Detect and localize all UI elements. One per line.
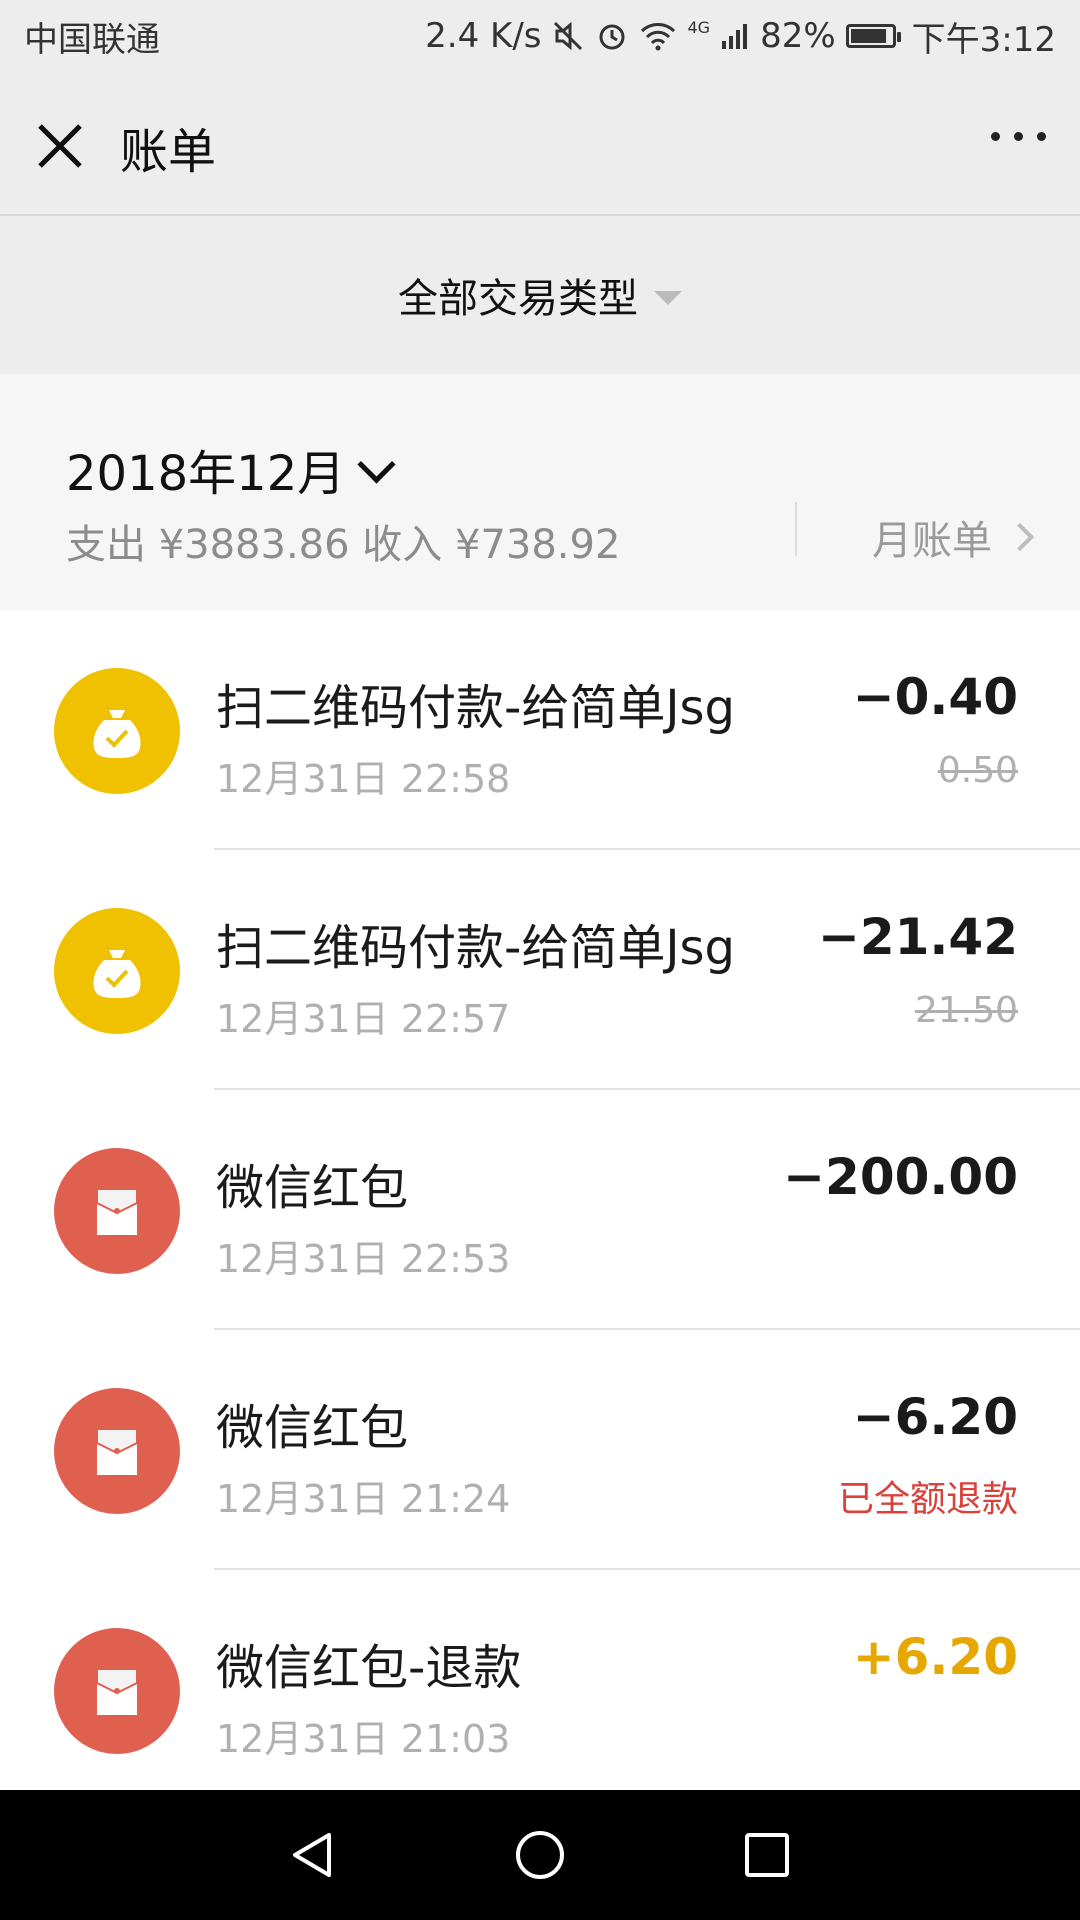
close-icon	[38, 124, 82, 168]
money-bag-icon	[54, 668, 180, 794]
transaction-amount: −21.42	[817, 908, 1018, 966]
status-indicators: 2.4 K/s 4G 82% 下午3:12	[425, 12, 1056, 61]
transaction-time: 12月31日 21:03	[216, 1717, 511, 1761]
transaction-row[interactable]: 微信红包 12月31日 22:53 −200.00	[0, 1090, 1080, 1330]
transaction-amount: −0.40	[852, 668, 1018, 726]
refund-status: 已全额退款	[837, 1479, 1018, 1520]
clock: 下午3:12	[911, 19, 1056, 60]
recents-square-icon	[744, 1833, 789, 1877]
home-circle-icon	[515, 1831, 564, 1879]
filter-dropdown[interactable]: 全部交易类型	[398, 266, 682, 324]
more-dot-icon	[1014, 132, 1023, 141]
home-button[interactable]	[510, 1825, 570, 1885]
transaction-time: 12月31日 22:57	[216, 997, 511, 1041]
back-button[interactable]	[283, 1825, 343, 1885]
original-amount: 21.50	[914, 990, 1018, 1031]
red-packet-icon	[54, 1148, 180, 1274]
money-bag-icon	[54, 908, 180, 1034]
network-type: 4G	[687, 17, 711, 37]
mute-icon	[551, 19, 585, 53]
transaction-amount: −200.00	[783, 1148, 1018, 1206]
page-title: 账单	[120, 124, 217, 180]
filter-label: 全部交易类型	[398, 276, 638, 322]
transaction-row[interactable]: 微信红包 12月31日 21:24 −6.20 已全额退款	[0, 1330, 1080, 1570]
network-speed: 2.4 K/s	[425, 16, 542, 56]
recents-button[interactable]	[737, 1825, 797, 1885]
transaction-row[interactable]: 扫二维码付款-给简单Jsg 12月31日 22:57 −21.42 21.50	[0, 850, 1080, 1090]
transaction-type-filter[interactable]: 全部交易类型	[0, 216, 1080, 374]
caret-down-icon	[654, 291, 682, 305]
transaction-time: 12月31日 22:53	[216, 1237, 511, 1281]
original-amount: 0.50	[937, 750, 1018, 791]
transaction-time: 12月31日 22:58	[216, 757, 511, 801]
signal-icon	[720, 21, 750, 51]
system-nav-bar	[0, 1790, 1080, 1920]
status-bar: 中国联通 2.4 K/s 4G 82% 下午3:12	[0, 0, 1080, 72]
back-triangle-icon	[293, 1833, 332, 1877]
more-button[interactable]	[991, 132, 1046, 141]
transaction-row[interactable]: 扫二维码付款-给简单Jsg 12月31日 22:58 −0.40 0.50	[0, 610, 1080, 850]
divider	[795, 502, 797, 556]
red-packet-icon	[54, 1628, 180, 1754]
transaction-list: 扫二维码付款-给简单Jsg 12月31日 22:58 −0.40 0.50 扫二…	[0, 610, 1080, 1790]
transaction-title: 微信红包	[216, 1400, 409, 1456]
transaction-title: 微信红包-退款	[216, 1640, 522, 1696]
more-dot-icon	[991, 132, 1000, 141]
carrier-label: 中国联通	[24, 19, 160, 60]
month-picker[interactable]: 2018年12月	[66, 434, 396, 504]
monthly-bill-label: 月账单	[872, 518, 992, 564]
month-summary: 2018年12月 支出 ¥3883.86 收入 ¥738.92 月账单	[0, 374, 1080, 610]
wifi-icon	[639, 21, 677, 51]
transaction-amount: −6.20	[852, 1388, 1018, 1446]
month-label: 2018年12月	[66, 446, 346, 502]
transaction-time: 12月31日 21:24	[216, 1477, 511, 1521]
app-header: 账单	[0, 72, 1080, 216]
transaction-title: 扫二维码付款-给简单Jsg	[216, 920, 735, 976]
chevron-down-icon	[357, 444, 396, 484]
close-button[interactable]	[30, 116, 90, 176]
transaction-title: 微信红包	[216, 1160, 409, 1216]
transaction-title: 扫二维码付款-给简单Jsg	[216, 680, 735, 736]
transaction-row[interactable]: 微信红包-退款 12月31日 21:03 +6.20	[0, 1570, 1080, 1790]
red-packet-icon	[54, 1388, 180, 1514]
battery-icon	[845, 24, 901, 48]
alarm-icon	[595, 19, 629, 53]
more-dot-icon	[1037, 132, 1046, 141]
month-totals: 支出 ¥3883.86 收入 ¥738.92	[66, 522, 621, 568]
chevron-right-icon	[1005, 522, 1035, 552]
battery-percent: 82%	[760, 16, 836, 56]
monthly-bill-link[interactable]: 月账单	[872, 508, 1035, 566]
transaction-amount: +6.20	[852, 1628, 1018, 1686]
